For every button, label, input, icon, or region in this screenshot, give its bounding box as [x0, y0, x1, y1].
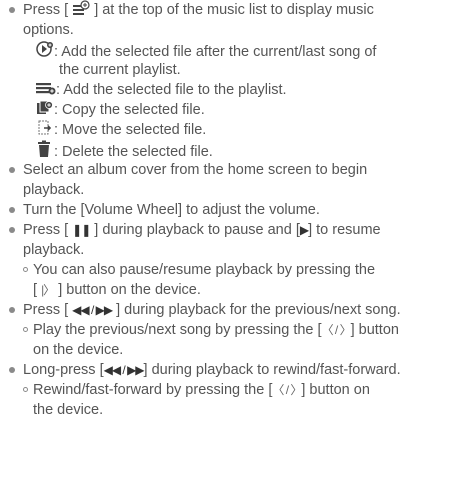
- add-after-icon: [36, 41, 53, 57]
- sub-bullet: [23, 387, 28, 392]
- device-rewind-forward-icon: 〈 / 〉: [272, 383, 302, 397]
- bullet: [9, 367, 15, 373]
- rewind-forward-icon: ◀◀ / ▶▶: [103, 363, 145, 377]
- long-press-sub-line-2: the device.: [33, 402, 104, 418]
- sub-bullet: [23, 267, 28, 272]
- trash-icon: [38, 140, 50, 157]
- option-add-after-cont: the current playlist.: [59, 62, 181, 78]
- option-move: : Move the selected file.: [36, 120, 206, 140]
- prev-next-sub-line-2: on the device.: [33, 342, 124, 358]
- add-to-playlist-icon: [36, 83, 56, 95]
- pause-line-2: playback.: [23, 242, 85, 258]
- option-delete: : Delete the selected file.: [36, 140, 213, 160]
- bullet: [9, 167, 15, 173]
- pause-sub-line-2: [ |〉 ] button on the device.: [33, 282, 201, 298]
- option-add-to-playlist: : Add the selected file to the playlist.: [36, 80, 287, 100]
- bullet: [9, 207, 15, 213]
- move-file-icon: [38, 120, 52, 135]
- play-icon: ▶: [299, 223, 309, 237]
- music-options-icon: [73, 0, 90, 15]
- play-pause-device-icon: |〉: [41, 283, 55, 297]
- option-copy: : Copy the selected file.: [36, 100, 205, 120]
- device-prev-next-icon: 〈 / 〉: [321, 323, 352, 337]
- bullet: [9, 227, 15, 233]
- sub-bullet: [23, 327, 28, 332]
- intro-line-2: options.: [23, 22, 74, 38]
- bullet: [9, 7, 15, 13]
- option-add-after: : Add the selected file after the curren…: [36, 40, 376, 60]
- prev-next-icon: ◀◀ / ▶▶: [72, 303, 113, 317]
- bullet: [9, 307, 15, 313]
- pause-icon: ❚❚: [72, 223, 91, 237]
- copy-file-icon: [37, 100, 53, 114]
- album-line-2: playback.: [23, 182, 85, 198]
